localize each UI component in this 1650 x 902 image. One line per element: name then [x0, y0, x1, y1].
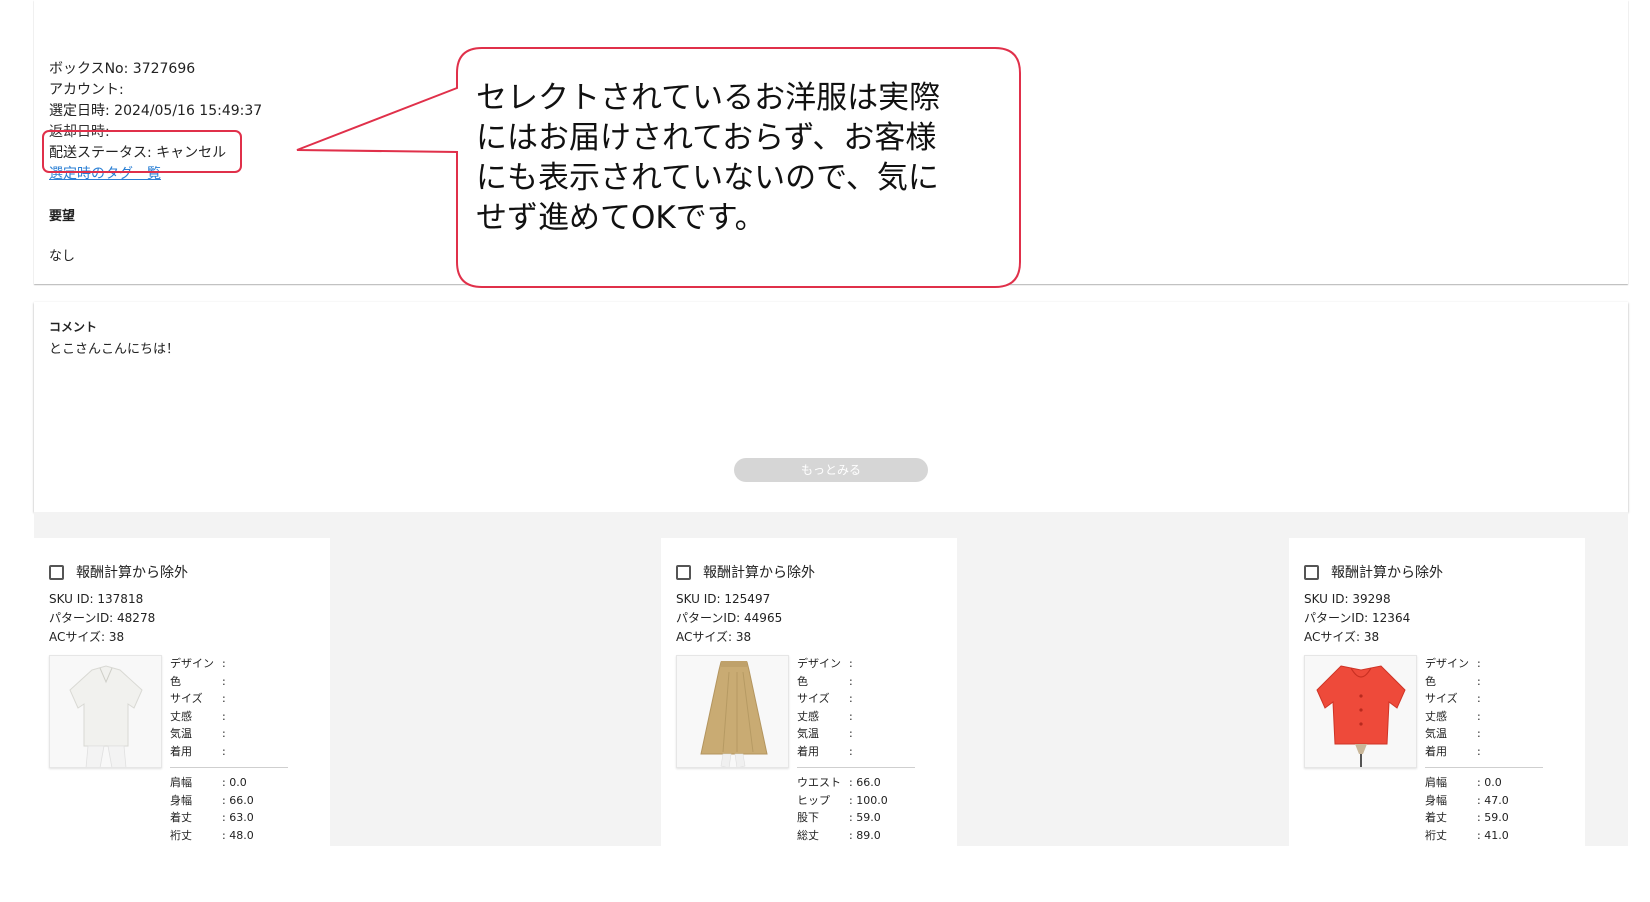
callout-line: せず進めてOKです。	[476, 200, 766, 236]
callout-line: にも表示されていないので、気に	[476, 160, 939, 196]
page: ボックスNo: 3727696 アカウント: 選定日時: 2024/05/16 …	[0, 0, 1650, 902]
callout-text: セレクトされているお洋服は実際 にはお届けされておらず、お客様 にも表示されてい…	[476, 78, 996, 238]
callout-line: にはお届けされておらず、お客様	[476, 120, 937, 156]
callout-line: セレクトされているお洋服は実際	[476, 80, 941, 116]
